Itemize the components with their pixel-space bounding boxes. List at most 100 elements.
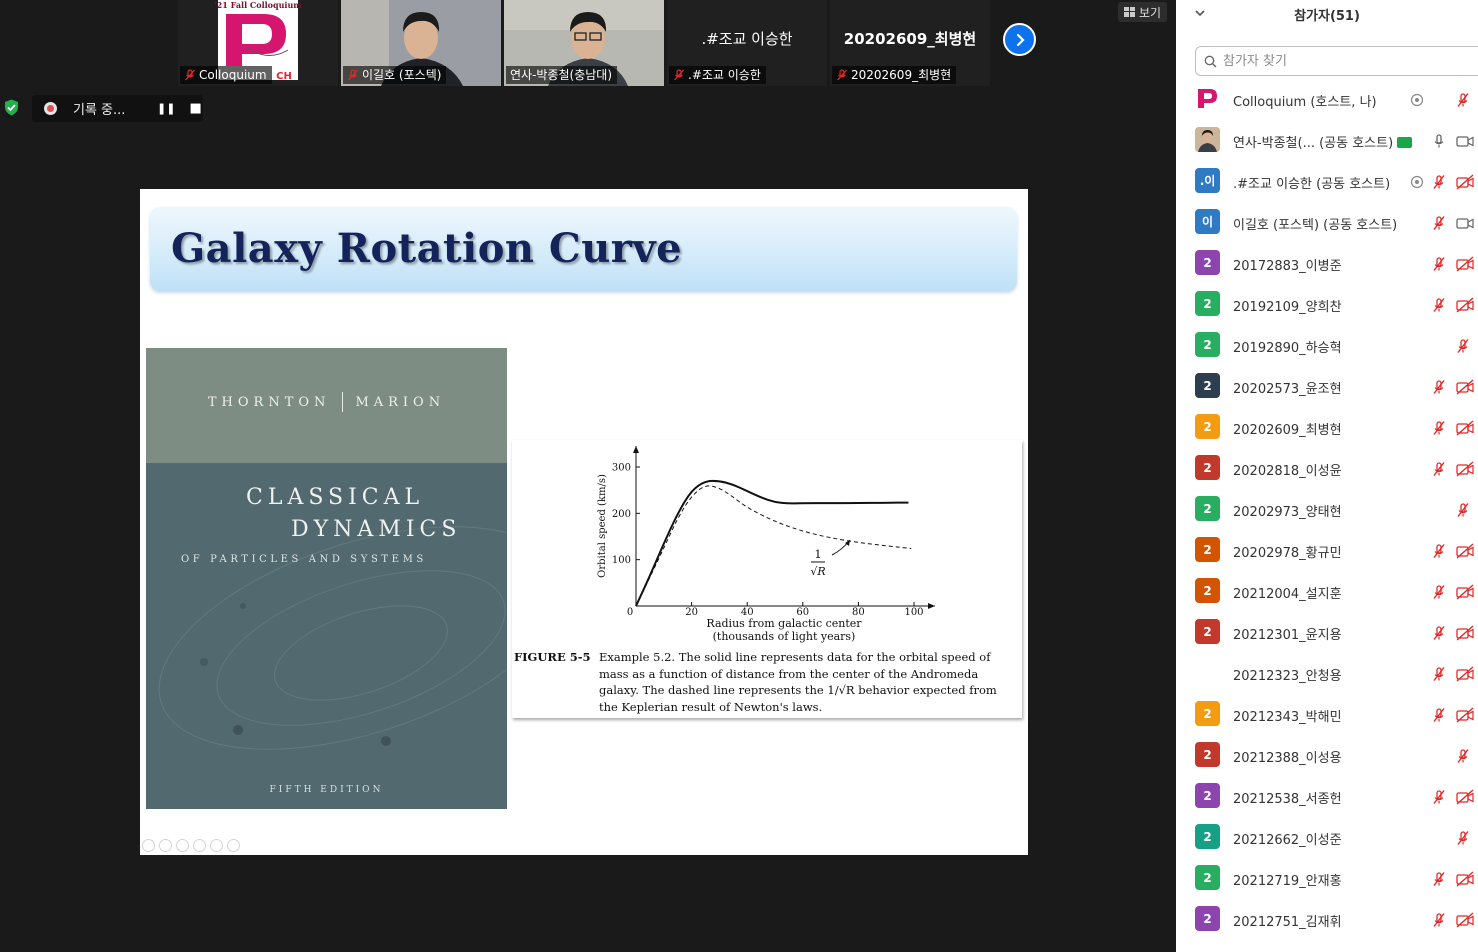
participant-row[interactable]: 2 20212662_이성준 [1176, 817, 1478, 858]
video-tile-lee-gilho[interactable]: 이길호 (포스텍) [341, 0, 501, 86]
participant-row[interactable]: 2 20212388_이성용 [1176, 735, 1478, 776]
mic-muted-icon[interactable] [1431, 789, 1447, 805]
mic-muted-icon[interactable] [1431, 912, 1447, 928]
participant-row[interactable]: 2 20202573_윤조현 [1176, 366, 1478, 407]
camera-off-icon[interactable] [1455, 256, 1475, 272]
participant-name: 20212751_김재휘 [1233, 915, 1342, 930]
book-authors: THORNTON MARION [146, 392, 507, 412]
rotation-curve-figure: 0 20 40 60 80 100 100 200 300 Radius from galacti… [512, 440, 1022, 718]
slide-grid-icon[interactable] [193, 839, 206, 852]
participant-row[interactable]: 2 20212301_윤지용 [1176, 612, 1478, 653]
participant-row[interactable]: 2 20192109_양희찬 [1176, 284, 1478, 325]
chevron-right-icon [1016, 33, 1025, 46]
mic-muted-icon[interactable] [1455, 502, 1475, 518]
figure-caption: FIGURE 5-5 Example 5.2. The solid line r… [514, 649, 1019, 715]
mic-muted-icon[interactable] [1431, 174, 1447, 190]
mic-muted-icon[interactable] [1431, 584, 1447, 600]
participant-name: 20202978_황규민 [1233, 546, 1342, 561]
camera-off-icon[interactable] [1455, 584, 1475, 600]
view-button[interactable]: 보기 [1118, 2, 1168, 22]
avatar: 2 [1195, 291, 1220, 316]
camera-off-icon[interactable] [1455, 543, 1475, 559]
avatar: 이 [1195, 209, 1220, 234]
slide-zoom-icon[interactable] [210, 839, 223, 852]
camera-off-icon[interactable] [1455, 707, 1475, 723]
participant-name: .#조교 이승한 (공동 호스트) [1233, 177, 1391, 192]
participant-row[interactable]: 2 20212343_박해민 [1176, 694, 1478, 735]
participant-search[interactable] [1195, 46, 1478, 76]
stop-recording-button[interactable]: ■ [189, 101, 201, 116]
mic-muted-icon[interactable] [1431, 625, 1447, 641]
participant-row[interactable]: 연사-박종철(... (공동 호스트) [1176, 120, 1478, 161]
slide-pen-icon[interactable] [176, 839, 189, 852]
participant-name: 연사-박종철(... (공동 호스트) [1233, 132, 1413, 151]
video-tile-speaker[interactable]: 연사-박종철(충남대) [504, 0, 664, 86]
pause-recording-button[interactable]: ❚❚ [157, 102, 175, 115]
camera-off-icon[interactable] [1455, 297, 1475, 313]
mic-muted-icon[interactable] [1431, 256, 1447, 272]
camera-off-icon[interactable] [1455, 789, 1475, 805]
slide-more-icon[interactable] [227, 839, 240, 852]
mic-muted-icon[interactable] [1455, 830, 1475, 846]
video-strip-next-button[interactable] [1003, 23, 1036, 56]
mic-muted-icon[interactable] [1431, 543, 1447, 559]
mic-muted-icon[interactable] [1455, 92, 1475, 108]
camera-off-icon[interactable] [1455, 461, 1475, 477]
participant-row[interactable]: 2 20202609_최병현 [1176, 407, 1478, 448]
mic-muted-icon[interactable] [1431, 871, 1447, 887]
camera-off-icon[interactable] [1455, 912, 1475, 928]
mic-muted-icon[interactable] [1431, 379, 1447, 395]
mic-muted-icon[interactable] [1431, 666, 1447, 682]
mic-muted-icon [837, 69, 847, 81]
mic-muted-icon[interactable] [1431, 297, 1447, 313]
mic-muted-icon[interactable] [1455, 338, 1475, 354]
participant-row[interactable]: 2 20202973_양태현 [1176, 489, 1478, 530]
camera-off-icon[interactable] [1455, 666, 1475, 682]
avatar: 2 [1195, 578, 1220, 603]
recording-status-icon [1409, 174, 1425, 190]
video-tile-ta[interactable]: .#조교 이승한 .#조교 이승한 [667, 0, 827, 86]
slide-next-icon[interactable] [159, 839, 172, 852]
mic-muted-icon[interactable] [1431, 420, 1447, 436]
camera-off-icon[interactable] [1455, 174, 1475, 190]
recording-label: 기록 중... [73, 103, 126, 118]
shield-icon[interactable] [4, 99, 19, 116]
participant-row[interactable]: 이 이길호 (포스텍) (공동 호스트) [1176, 202, 1478, 243]
mic-muted-icon[interactable] [1455, 748, 1475, 764]
participant-row[interactable]: 2 20172883_이병준 [1176, 243, 1478, 284]
participant-row[interactable]: .이 .#조교 이승한 (공동 호스트) [1176, 161, 1478, 202]
mic-muted-icon[interactable] [1431, 215, 1447, 231]
camera-icon[interactable] [1455, 133, 1475, 149]
mic-icon[interactable] [1431, 133, 1447, 149]
camera-off-icon[interactable] [1455, 379, 1475, 395]
participant-row[interactable]: Colloquium (호스트, 나) [1176, 79, 1478, 120]
camera-off-icon[interactable] [1455, 625, 1475, 641]
mic-muted-icon[interactable] [1431, 461, 1447, 477]
camera-icon[interactable] [1455, 215, 1475, 231]
video-tile-name-tag: 이길호 (포스텍) [343, 66, 447, 84]
video-tile-colloquium[interactable]: '21 Fall Colloquium CH Colloquium [178, 0, 338, 86]
avatar: 2 [1195, 332, 1220, 357]
participant-name: 20212343_박해민 [1233, 710, 1342, 725]
participant-row[interactable]: 2 20212004_설지훈 [1176, 571, 1478, 612]
participant-name: 20202609_최병현 [1233, 423, 1342, 438]
avatar [1195, 86, 1220, 111]
participant-row[interactable]: 20212323_안청용 [1176, 653, 1478, 694]
participant-row[interactable]: 2 20192890_하승혁 [1176, 325, 1478, 366]
y-tick-label: 200 [612, 509, 631, 520]
svg-text:'21 Fall Colloquium: '21 Fall Colloquium [214, 0, 302, 10]
participant-row[interactable]: 2 20202818_이성윤 [1176, 448, 1478, 489]
avatar: 2 [1195, 865, 1220, 890]
book-subtitle: OF PARTICLES AND SYSTEMS [181, 554, 427, 565]
video-tile-student[interactable]: 20202609_최병현 20202609_최병현 [830, 0, 990, 86]
participant-row[interactable]: 2 20212538_서종헌 [1176, 776, 1478, 817]
mic-muted-icon[interactable] [1431, 707, 1447, 723]
x-axis-label: Radius from galactic center [706, 617, 862, 630]
participant-search-input[interactable] [1223, 53, 1453, 69]
camera-off-icon[interactable] [1455, 871, 1475, 887]
participant-row[interactable]: 2 20202978_황규민 [1176, 530, 1478, 571]
camera-off-icon[interactable] [1455, 420, 1475, 436]
participant-row[interactable]: 2 20212751_김재휘 [1176, 899, 1478, 940]
participant-row[interactable]: 2 20212719_안재홍 [1176, 858, 1478, 899]
slide-prev-icon[interactable] [142, 839, 155, 852]
